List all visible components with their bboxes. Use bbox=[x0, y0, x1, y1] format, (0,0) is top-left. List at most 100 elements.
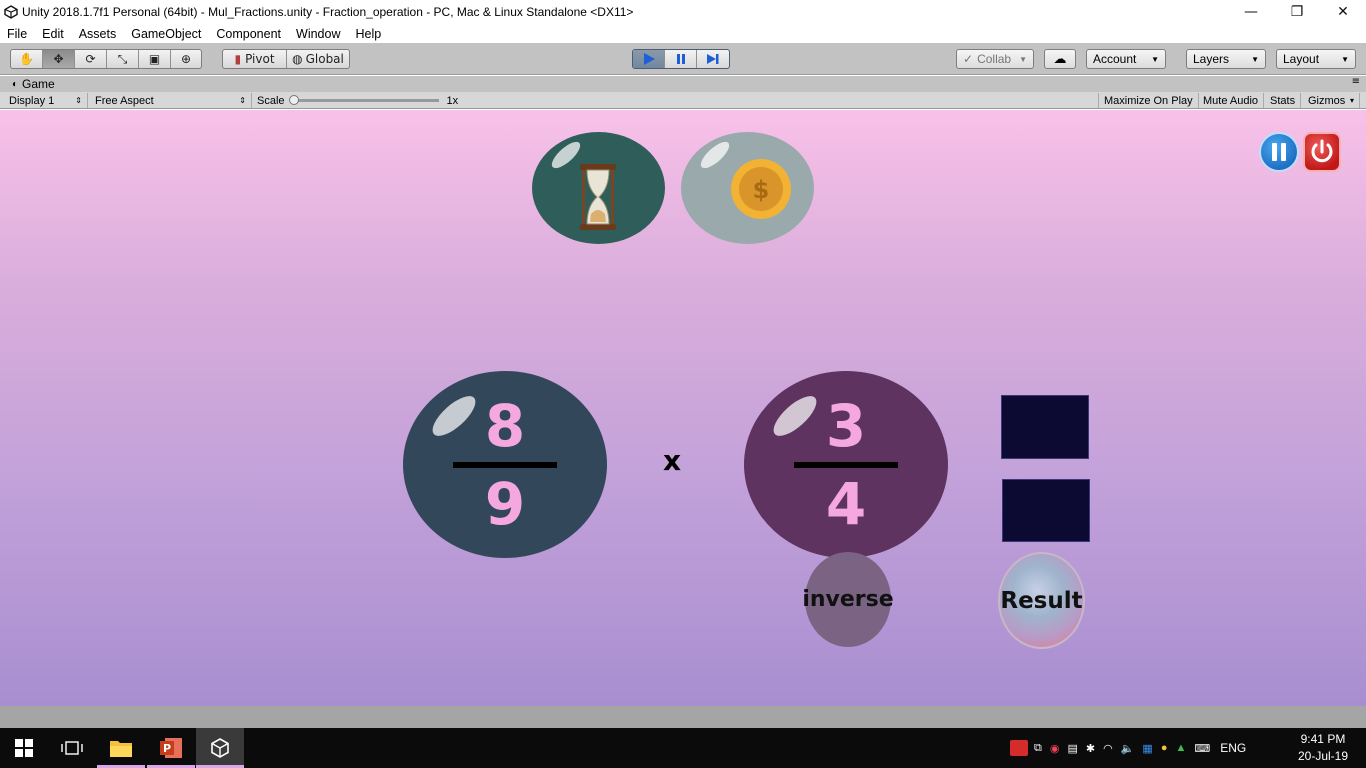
file-explorer-taskbar-item[interactable] bbox=[97, 728, 145, 768]
unity-icon bbox=[211, 738, 229, 758]
menu-edit[interactable]: Edit bbox=[35, 27, 72, 41]
gizmos-label: Gizmos bbox=[1308, 94, 1346, 107]
menu-gameobject[interactable]: GameObject bbox=[124, 27, 209, 41]
chevron-down-icon: ▼ bbox=[1251, 54, 1259, 64]
chevron-down-icon: ▼ bbox=[1341, 54, 1349, 64]
maximize-button[interactable]: ❐ bbox=[1274, 0, 1320, 24]
stats-toggle[interactable]: Stats bbox=[1265, 93, 1302, 108]
mute-audio-toggle[interactable]: Mute Audio bbox=[1198, 93, 1265, 108]
inverse-button[interactable]: inverse bbox=[802, 552, 894, 647]
language-indicator[interactable]: ENG bbox=[1220, 741, 1246, 755]
tab-menu-icon[interactable]: ≡ bbox=[1352, 76, 1360, 87]
menu-window[interactable]: Window bbox=[289, 27, 348, 41]
powerpoint-icon: P bbox=[160, 738, 182, 758]
chevron-down-icon: ▼ bbox=[1019, 54, 1027, 64]
answer-denominator-box[interactable] bbox=[1002, 479, 1090, 542]
system-clock[interactable]: 9:41 PM 20-Jul-19 bbox=[1298, 731, 1348, 765]
play-button[interactable] bbox=[633, 50, 665, 68]
answer-numerator-box[interactable] bbox=[1001, 395, 1089, 459]
menu-help[interactable]: Help bbox=[348, 27, 389, 41]
layout-label: Layout bbox=[1283, 52, 1320, 66]
svg-text:$: $ bbox=[753, 176, 770, 204]
pivot-button[interactable]: ▮ Pivot bbox=[223, 50, 287, 68]
svg-text:P: P bbox=[163, 742, 171, 755]
chrome-icon[interactable]: ◉ bbox=[1050, 742, 1060, 755]
display-settings-icon[interactable]: ▦ bbox=[1142, 742, 1152, 755]
menu-component[interactable]: Component bbox=[209, 27, 289, 41]
power-game-button[interactable] bbox=[1303, 132, 1341, 172]
bluetooth-icon[interactable]: ✱ bbox=[1086, 742, 1095, 755]
game-canvas: $ 8 9 x 3 4 inverse Result bbox=[0, 110, 1366, 706]
pause-game-button[interactable] bbox=[1259, 132, 1299, 172]
layers-dropdown[interactable]: Layers ▼ bbox=[1186, 49, 1266, 69]
fraction-one-numerator: 8 bbox=[484, 391, 526, 460]
ccleaner-icon[interactable] bbox=[1010, 740, 1028, 756]
pause-button[interactable] bbox=[665, 50, 697, 68]
menu-bar: File Edit Assets GameObject Component Wi… bbox=[0, 24, 1366, 43]
tab-game[interactable]: ◐ Game bbox=[4, 76, 63, 92]
updown-icon: ⇕ bbox=[75, 96, 82, 105]
play-controls bbox=[632, 49, 730, 69]
display-dropdown[interactable]: Display 1 ⇕ bbox=[4, 93, 88, 108]
wifi-icon[interactable]: ◠ bbox=[1103, 742, 1113, 755]
rotate-tool-icon[interactable]: ⟳ bbox=[75, 50, 107, 68]
inverse-label: inverse bbox=[802, 587, 894, 612]
maximize-on-play-toggle[interactable]: Maximize On Play bbox=[1098, 93, 1199, 108]
android-icon[interactable]: ▲ bbox=[1175, 742, 1186, 754]
fraction-bar bbox=[794, 461, 898, 468]
transform-tool-icon[interactable]: ⊕ bbox=[171, 50, 201, 68]
fraction-one: 8 9 bbox=[403, 371, 607, 558]
pause-icon bbox=[676, 54, 685, 64]
powerpoint-taskbar-item[interactable]: P bbox=[147, 728, 195, 768]
network-devices-icon[interactable]: ⧉ bbox=[1034, 742, 1042, 755]
global-label: Global bbox=[305, 52, 344, 66]
editor-status-strip bbox=[0, 706, 1366, 728]
scale-tool-icon[interactable]: ⤡ bbox=[107, 50, 139, 68]
aspect-label: Free Aspect bbox=[95, 94, 154, 107]
fraction-one-bubble[interactable]: 8 9 bbox=[403, 371, 607, 558]
fraction-one-denominator: 9 bbox=[484, 469, 526, 538]
collab-dropdown[interactable]: ✓ Collab ▼ bbox=[956, 49, 1034, 69]
hand-tool-icon[interactable]: ✋ bbox=[11, 50, 43, 68]
layers-label: Layers bbox=[1193, 52, 1230, 66]
monitor-icon[interactable]: ▤ bbox=[1067, 742, 1077, 755]
step-icon bbox=[707, 54, 719, 64]
notification-app-icon[interactable]: ● bbox=[1161, 742, 1168, 754]
minimize-button[interactable]: — bbox=[1228, 0, 1274, 24]
fraction-two: 3 4 bbox=[744, 371, 948, 558]
clock-time: 9:41 PM bbox=[1300, 732, 1346, 746]
hourglass-icon bbox=[580, 164, 616, 230]
close-window-button[interactable]: ✕ bbox=[1320, 0, 1366, 24]
result-label: Result bbox=[1000, 587, 1083, 614]
menu-file[interactable]: File bbox=[0, 27, 35, 41]
check-icon: ✓ bbox=[963, 52, 974, 66]
pause-icon bbox=[1272, 143, 1286, 161]
volume-icon[interactable]: 🔈 bbox=[1121, 742, 1135, 755]
scale-control: Scale 1x bbox=[252, 93, 472, 108]
global-button[interactable]: ◍ Global bbox=[287, 50, 349, 68]
fraction-two-bubble[interactable]: 3 4 bbox=[744, 371, 948, 558]
move-tool-icon[interactable]: ✥ bbox=[43, 50, 75, 68]
account-dropdown[interactable]: Account ▼ bbox=[1086, 49, 1166, 69]
result-button[interactable]: Result bbox=[998, 552, 1085, 649]
start-button[interactable] bbox=[0, 728, 48, 768]
aspect-dropdown[interactable]: Free Aspect ⇕ bbox=[90, 93, 252, 108]
display-label: Display 1 bbox=[9, 94, 55, 107]
cloud-button[interactable]: ☁ bbox=[1044, 49, 1076, 69]
unity-taskbar-item[interactable] bbox=[196, 728, 244, 768]
pivot-icon: ▮ bbox=[234, 52, 242, 66]
gizmos-dropdown[interactable]: Gizmos ▾ bbox=[1303, 93, 1360, 108]
globe-icon: ◍ bbox=[292, 52, 303, 66]
task-view-button[interactable] bbox=[48, 728, 96, 768]
account-label: Account bbox=[1093, 52, 1137, 66]
scale-slider[interactable] bbox=[288, 95, 439, 105]
updown-icon: ⇕ bbox=[239, 96, 246, 105]
chevron-down-icon: ▼ bbox=[1151, 54, 1159, 64]
rect-tool-icon[interactable]: ▣ bbox=[139, 50, 171, 68]
keyboard-icon[interactable]: ⌨ bbox=[1194, 742, 1210, 755]
layout-dropdown[interactable]: Layout ▼ bbox=[1276, 49, 1356, 69]
step-button[interactable] bbox=[697, 50, 729, 68]
scale-slider-thumb[interactable] bbox=[288, 95, 299, 105]
play-icon bbox=[643, 53, 655, 65]
menu-assets[interactable]: Assets bbox=[72, 27, 125, 41]
